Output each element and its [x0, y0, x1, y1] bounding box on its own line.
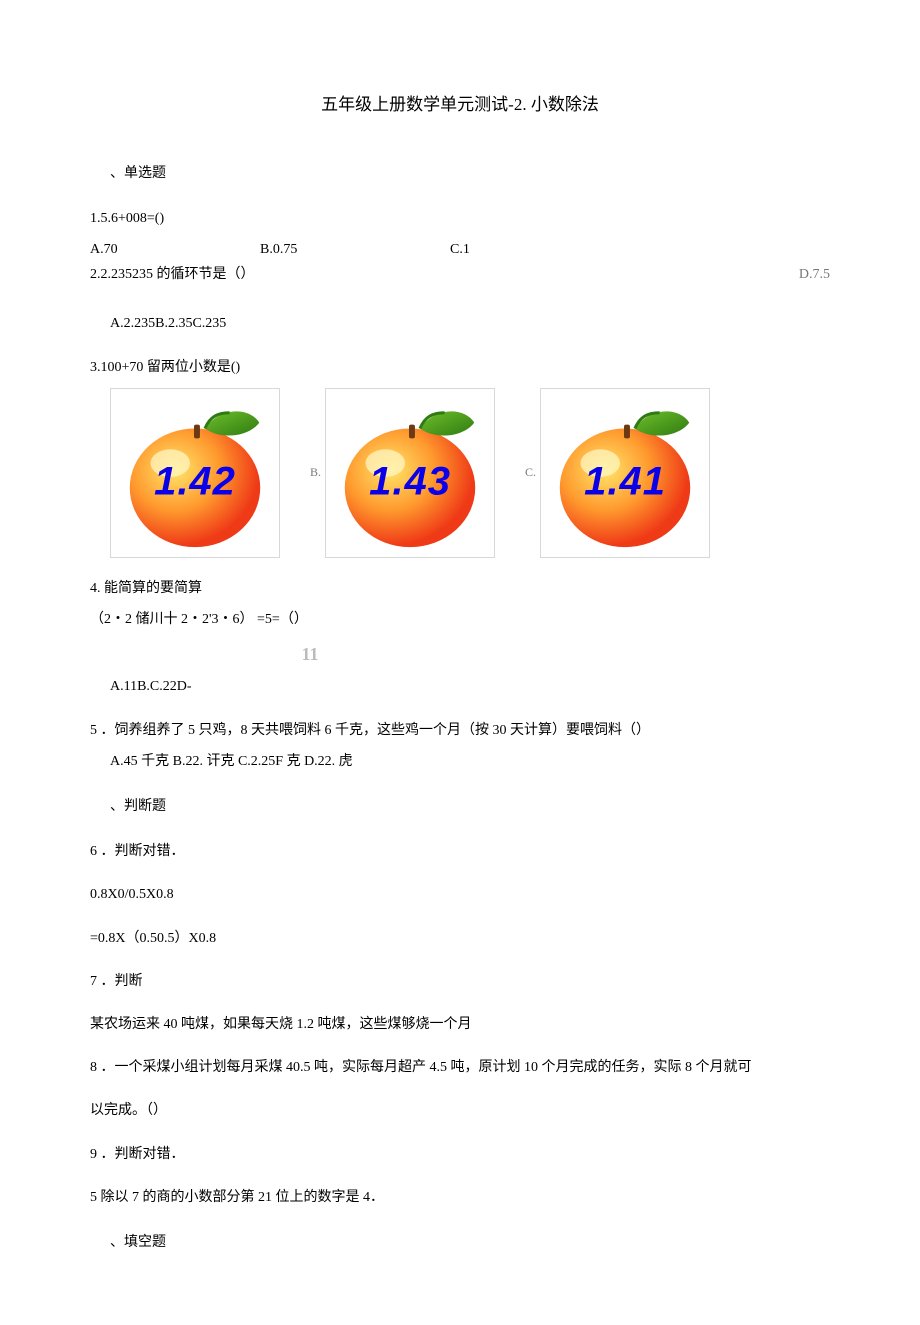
q4-options: A.11B.C.22D-: [110, 674, 830, 699]
q1-options-row: A.70 B.0.75 C.1: [90, 237, 830, 262]
q2-options: A.2.235B.2.35C.235: [110, 311, 830, 336]
q6-line3: =0.8X（0.50.5）X0.8: [90, 926, 830, 951]
q5-options: A.45 千克 B.22. 讦克 C.2.25F 克 D.22. 虎: [110, 749, 830, 774]
q3-opt-c-wrap: C.: [525, 388, 710, 558]
q8-line2: 以完成。（）: [90, 1098, 830, 1123]
q2-stem: 2.2.235235 的循环节是（）: [90, 262, 255, 287]
q6-line2: 0.8X0/0.5X0.8: [90, 882, 830, 907]
q3-label-c: C.: [525, 462, 536, 484]
section-multiple-choice: 、单选题: [110, 161, 830, 186]
section-fill-blank: 、填空题: [110, 1230, 830, 1255]
q7-line2: 某农场运来 40 吨煤，如果每天烧 1.2 吨煤，这些煤够烧一个月: [90, 1012, 830, 1037]
peach-value-c: 1.41: [584, 445, 666, 517]
peach-value-b: 1.43: [369, 445, 451, 517]
q1-stem: 1.5.6+008=(): [90, 206, 830, 231]
q9-line2: 5 除以 7 的商的小数部分第 21 位上的数字是 4．: [90, 1185, 830, 1210]
q4-line1: 4. 能简算的要简算: [90, 576, 830, 601]
q7-line1: 7 ．判断: [90, 969, 830, 994]
page-title: 五年级上册数学单元测试-2. 小数除法: [90, 90, 830, 121]
peach-value-a: 1.42: [154, 445, 236, 517]
q1-opt-d: D.7.5: [799, 262, 830, 287]
q4-gray-number: 11: [290, 638, 330, 670]
q8-line1: 8 ．一个采煤小组计划每月采煤 40.5 吨，实际每月超产 4.5 吨，原计划 …: [90, 1055, 830, 1080]
section-true-false: 、判断题: [110, 794, 830, 819]
peach-image-a: 1.42: [110, 388, 280, 558]
q1-opt-c: C.1: [450, 237, 630, 262]
q2-row: 2.2.235235 的循环节是（） D.7.5: [90, 262, 830, 287]
q3-label-b: B.: [310, 462, 321, 484]
q6-line1: 6 ．判断对错．: [90, 839, 830, 864]
q3-opt-a-wrap: 1.42: [110, 388, 280, 558]
q4-line2: （2・2 储川十 2・2'3・6） =5=（）: [90, 607, 830, 632]
q5-stem: 5 ．饲养组养了 5 只鸡，8 天共喂饲料 6 千克，这些鸡一个月（按 30 天…: [90, 718, 830, 743]
peach-image-c: 1.41: [540, 388, 710, 558]
q9-line1: 9 ．判断对错．: [90, 1142, 830, 1167]
q3-opt-b-wrap: B.: [310, 388, 495, 558]
q3-images-row: 1.42 B.: [110, 388, 830, 558]
peach-image-b: 1.43: [325, 388, 495, 558]
q3-stem: 3.100+70 留两位小数是(): [90, 355, 830, 380]
q1-opt-b: B.0.75: [260, 237, 450, 262]
q1-opt-a: A.70: [90, 237, 260, 262]
